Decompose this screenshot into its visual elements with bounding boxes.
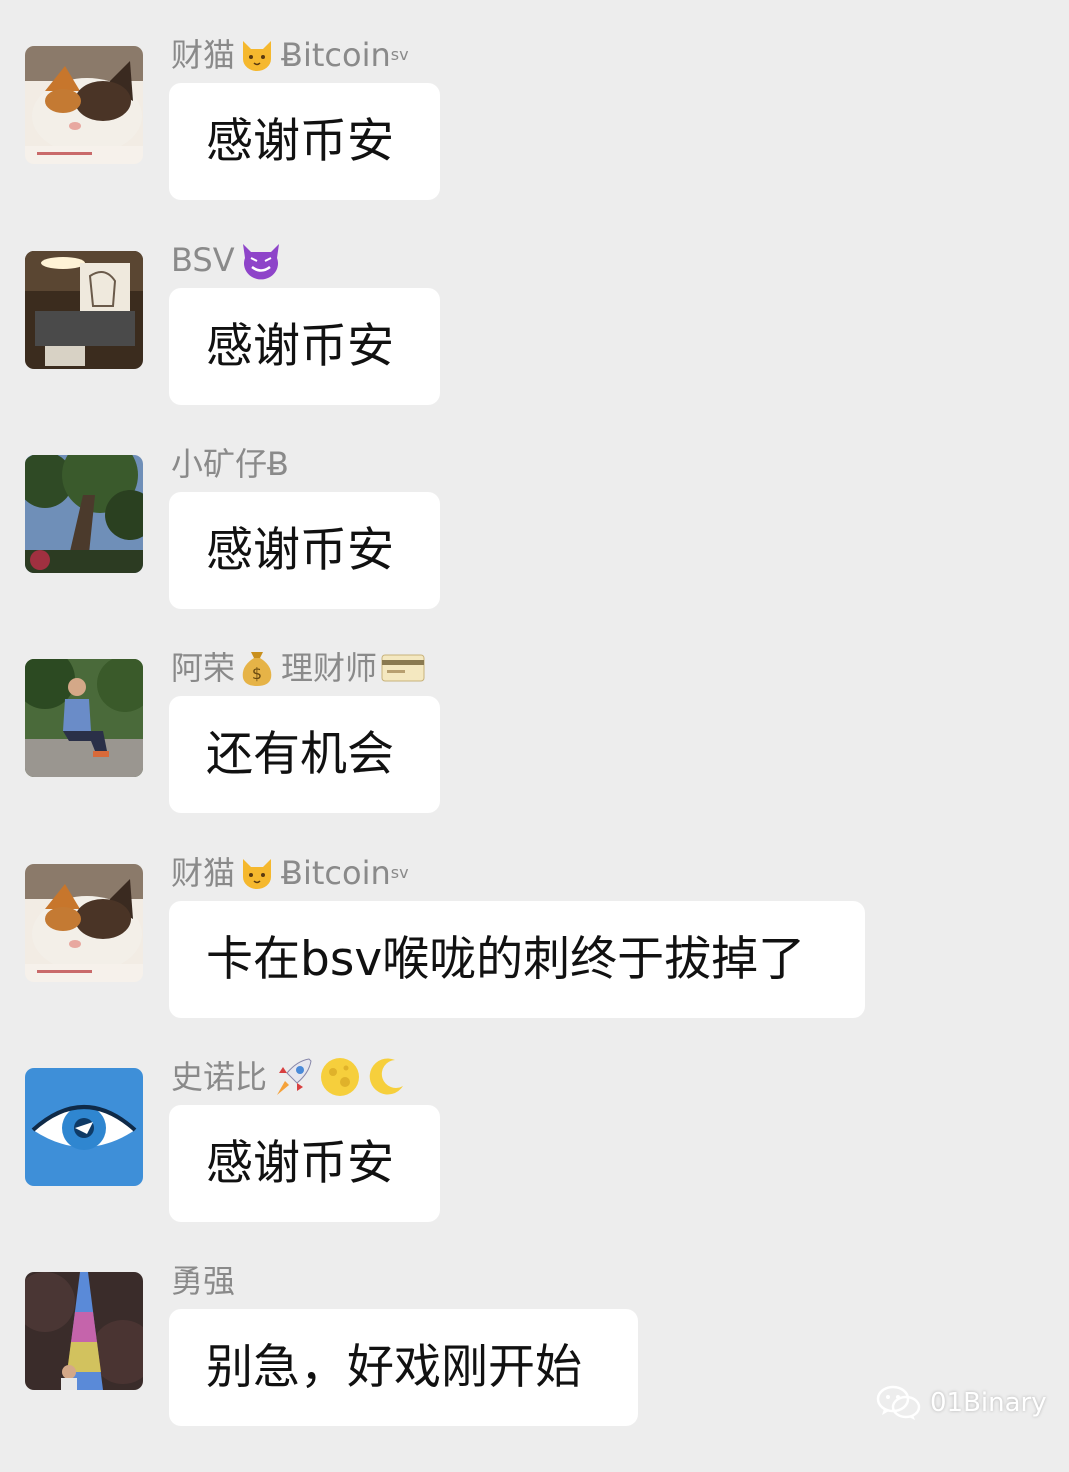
- sender-name: 小矿仔Ƀ: [171, 445, 289, 483]
- chat-message: 勇强 别急，好戏刚开始: [0, 1262, 1069, 1472]
- message-bubble[interactable]: 感谢币安: [169, 1105, 440, 1222]
- credit-card-icon: [381, 654, 425, 682]
- svg-text:$: $: [252, 664, 262, 683]
- message-bubble[interactable]: 感谢币安: [169, 288, 440, 405]
- sender-name: 勇强: [171, 1262, 236, 1300]
- message-text: 还有机会: [206, 727, 394, 782]
- message-bubble[interactable]: 感谢币安: [169, 83, 440, 200]
- crescent-moon-icon: [369, 1058, 404, 1095]
- message-text: 感谢币安: [206, 523, 394, 578]
- message-bubble[interactable]: 还有机会: [169, 696, 440, 813]
- chat-message: 小矿仔Ƀ 感谢币安: [0, 445, 1069, 655]
- tower-avatar[interactable]: [25, 1272, 143, 1390]
- smiling-devil-icon: [242, 244, 279, 280]
- chat-message: 阿荣 $ 理财师 还有机会: [0, 649, 1069, 859]
- watermark: 01Binary: [876, 1383, 1047, 1423]
- wechat-icon: [876, 1385, 921, 1420]
- chat-message: 史诺比 感谢币安: [0, 1058, 1069, 1268]
- cat-face-icon: [243, 41, 272, 71]
- sender-name: 财猫 Ƀitcoin sv: [171, 36, 409, 74]
- cat-avatar[interactable]: [25, 864, 143, 982]
- message-bubble[interactable]: 卡在bsv喉咙的刺终于拔掉了: [169, 901, 865, 1018]
- sender-name: BSV: [171, 238, 287, 282]
- sender-name: 财猫 Ƀitcoin sv: [171, 854, 409, 892]
- chat-message: 财猫 Ƀitcoin sv 感谢币安: [0, 36, 1069, 246]
- message-bubble[interactable]: 别急，好戏刚开始: [169, 1309, 638, 1426]
- message-bubble[interactable]: 感谢币安: [169, 492, 440, 609]
- watermark-text: 01Binary: [930, 1388, 1047, 1418]
- rocket-icon: [277, 1058, 312, 1095]
- money-bag-icon: $: [242, 652, 272, 686]
- desk-lamp-avatar[interactable]: [25, 251, 143, 369]
- man-sitting-avatar[interactable]: [25, 659, 143, 777]
- message-text: 感谢币安: [206, 1136, 394, 1191]
- chat-message: 财猫 Ƀitcoin sv 卡在bsv喉咙的刺终于拔掉了: [0, 854, 1069, 1064]
- sender-name: 史诺比: [171, 1055, 411, 1099]
- tree-avatar[interactable]: [25, 455, 143, 573]
- full-moon-icon: [321, 1058, 360, 1096]
- cat-face-icon: [243, 859, 272, 889]
- cat-avatar[interactable]: [25, 46, 143, 164]
- message-text: 别急，好戏刚开始: [206, 1340, 582, 1395]
- sender-name: 阿荣 $ 理财师: [171, 646, 429, 690]
- message-text: 感谢币安: [206, 319, 394, 374]
- message-text: 感谢币安: [206, 114, 394, 169]
- message-text: 卡在bsv喉咙的刺终于拔掉了: [206, 932, 806, 987]
- chat-message: BSV 感谢币安: [0, 241, 1069, 451]
- eye-avatar[interactable]: [25, 1068, 143, 1186]
